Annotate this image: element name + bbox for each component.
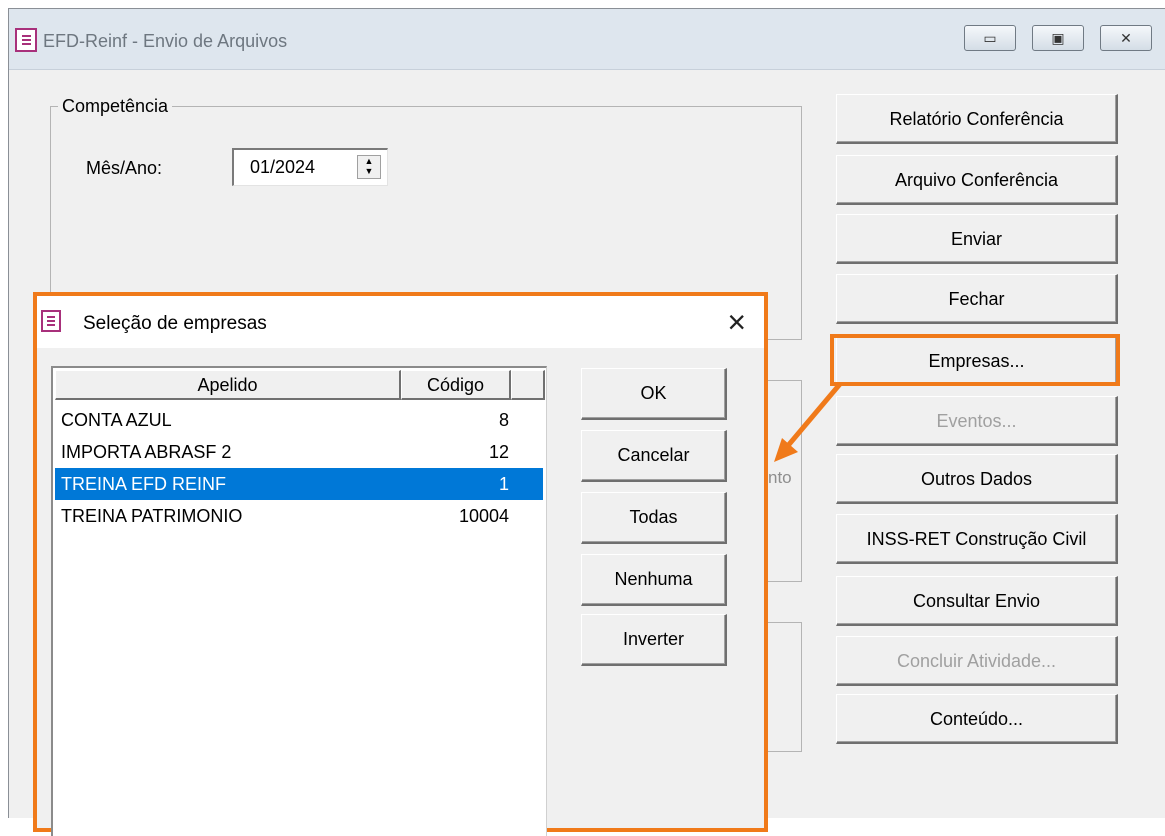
row-apelido: TREINA PATRIMONIO bbox=[61, 506, 243, 526]
dialog-document-icon bbox=[41, 310, 61, 332]
todas-button[interactable]: Todas bbox=[581, 492, 727, 544]
nenhuma-button[interactable]: Nenhuma bbox=[581, 554, 727, 606]
list-item-selected[interactable]: TREINA EFD REINF 1 bbox=[55, 468, 543, 500]
ok-button[interactable]: OK bbox=[581, 368, 727, 420]
column-header-codigo[interactable]: Código bbox=[401, 370, 511, 400]
list-item[interactable]: IMPORTA ABRASF 2 12 bbox=[55, 436, 543, 468]
dialog-title: Seleção de empresas bbox=[83, 313, 267, 334]
list-item[interactable]: TREINA PATRIMONIO 10004 bbox=[55, 500, 543, 532]
column-header-apelido[interactable]: Apelido bbox=[55, 370, 401, 400]
row-apelido: CONTA AZUL bbox=[61, 410, 172, 430]
list-item[interactable]: CONTA AZUL 8 bbox=[55, 404, 543, 436]
row-codigo: 12 bbox=[488, 442, 509, 462]
empresas-list[interactable]: Apelido Código CONTA AZUL 8 IMPORTA ABRA… bbox=[51, 366, 547, 836]
column-header-filler bbox=[511, 370, 545, 400]
dialog-close-icon[interactable]: × bbox=[727, 304, 746, 340]
cancelar-button[interactable]: Cancelar bbox=[581, 430, 727, 482]
dialog-titlebar[interactable]: Seleção de empresas × bbox=[37, 296, 764, 348]
inverter-button[interactable]: Inverter bbox=[581, 614, 727, 666]
row-codigo: 1 bbox=[498, 474, 509, 494]
row-codigo: 8 bbox=[498, 410, 509, 430]
selecao-empresas-dialog: Seleção de empresas × Apelido Código CON… bbox=[33, 292, 768, 836]
row-codigo: 10004 bbox=[458, 506, 509, 526]
row-apelido: IMPORTA ABRASF 2 bbox=[61, 442, 232, 462]
row-apelido: TREINA EFD REINF bbox=[61, 474, 227, 494]
